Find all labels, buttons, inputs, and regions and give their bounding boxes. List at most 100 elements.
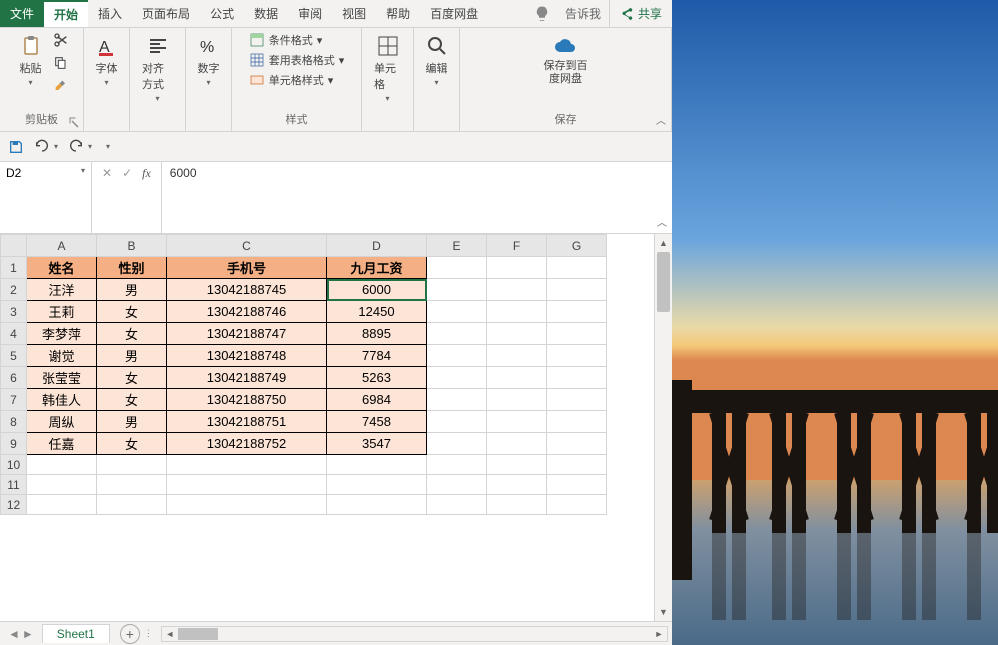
cell-C11[interactable] [167,475,327,495]
cell-A1[interactable]: 姓名 [27,257,97,279]
cell-F9[interactable] [487,433,547,455]
cell-B7[interactable]: 女 [97,389,167,411]
select-all[interactable] [1,235,27,257]
cell-D2[interactable]: 6000 [327,279,427,301]
cell-D12[interactable] [327,495,427,515]
tab-帮助[interactable]: 帮助 [376,0,420,27]
cell-D4[interactable]: 8895 [327,323,427,345]
cell-F10[interactable] [487,455,547,475]
cell-A4[interactable]: 李梦萍 [27,323,97,345]
cell-D6[interactable]: 5263 [327,367,427,389]
cell-A2[interactable]: 汪洋 [27,279,97,301]
cell-A9[interactable]: 任嘉 [27,433,97,455]
cell-E7[interactable] [427,389,487,411]
cell-C3[interactable]: 13042188746 [167,301,327,323]
sheet-nav[interactable]: ◄► [0,627,42,641]
cell-A5[interactable]: 谢觉 [27,345,97,367]
formula-input[interactable]: 6000 [162,162,652,233]
cell-D8[interactable]: 7458 [327,411,427,433]
cell-B8[interactable]: 男 [97,411,167,433]
row-header-9[interactable]: 9 [1,433,27,455]
cell-E2[interactable] [427,279,487,301]
cell-F5[interactable] [487,345,547,367]
col-header-A[interactable]: A [27,235,97,257]
tab-数据[interactable]: 数据 [244,0,288,27]
scroll-up[interactable]: ▲ [655,234,672,252]
tab-插入[interactable]: 插入 [88,0,132,27]
col-header-C[interactable]: C [167,235,327,257]
col-header-D[interactable]: D [327,235,427,257]
cell-F8[interactable] [487,411,547,433]
cell-G1[interactable] [547,257,607,279]
name-box[interactable]: D2 ▾ [0,162,92,233]
cell-G4[interactable] [547,323,607,345]
tellme-text[interactable]: 告诉我 [557,5,609,22]
col-header-E[interactable]: E [427,235,487,257]
cell-G9[interactable] [547,433,607,455]
row-header-3[interactable]: 3 [1,301,27,323]
cell-F12[interactable] [487,495,547,515]
format-painter-button[interactable] [53,78,69,99]
cell-G12[interactable] [547,495,607,515]
insert-function-button[interactable]: fx [142,166,151,181]
cell-E8[interactable] [427,411,487,433]
cell-A12[interactable] [27,495,97,515]
cell-E11[interactable] [427,475,487,495]
cell-B4[interactable]: 女 [97,323,167,345]
row-header-7[interactable]: 7 [1,389,27,411]
col-header-G[interactable]: G [547,235,607,257]
add-sheet-button[interactable]: + [120,624,140,644]
cell-F1[interactable] [487,257,547,279]
row-header-1[interactable]: 1 [1,257,27,279]
cell-A7[interactable]: 韩佳人 [27,389,97,411]
cell-F6[interactable] [487,367,547,389]
save-baidu-button[interactable]: 保存到百度网盘 [538,32,594,88]
cell-B12[interactable] [97,495,167,515]
cell-G7[interactable] [547,389,607,411]
cancel-formula-button[interactable]: ✕ [102,166,112,180]
row-header-12[interactable]: 12 [1,495,27,515]
cell-G8[interactable] [547,411,607,433]
cell-C10[interactable] [167,455,327,475]
tab-file[interactable]: 文件 [0,0,44,27]
cell-F11[interactable] [487,475,547,495]
cell-B5[interactable]: 男 [97,345,167,367]
number-button[interactable]: % 数字 ▾ [193,32,225,89]
share-button[interactable]: 共享 [609,0,672,27]
horizontal-scrollbar[interactable]: ◄ ► [161,626,668,642]
redo-icon[interactable] [68,139,84,155]
cell-C8[interactable]: 13042188751 [167,411,327,433]
cell-D1[interactable]: 九月工资 [327,257,427,279]
cell-G2[interactable] [547,279,607,301]
cell-B3[interactable]: 女 [97,301,167,323]
cell-D7[interactable]: 6984 [327,389,427,411]
tellme-icon[interactable] [533,5,551,23]
tab-公式[interactable]: 公式 [200,0,244,27]
cell-E3[interactable] [427,301,487,323]
cell-E10[interactable] [427,455,487,475]
cell-F2[interactable] [487,279,547,301]
cell-G10[interactable] [547,455,607,475]
clipboard-dialog-launcher[interactable] [68,116,80,128]
cell-C7[interactable]: 13042188750 [167,389,327,411]
qat-customize[interactable]: ▾ [106,142,110,151]
cell-G5[interactable] [547,345,607,367]
cell-A10[interactable] [27,455,97,475]
save-icon[interactable] [8,139,24,155]
paste-button[interactable]: 粘贴 ▾ [15,32,47,89]
cell-C6[interactable]: 13042188749 [167,367,327,389]
tab-百度网盘[interactable]: 百度网盘 [420,0,488,27]
enter-formula-button[interactable]: ✓ [122,166,132,180]
cell-A11[interactable] [27,475,97,495]
cell-C9[interactable]: 13042188752 [167,433,327,455]
cell-G11[interactable] [547,475,607,495]
tab-页面布局[interactable]: 页面布局 [132,0,200,27]
formula-bar-expand[interactable]: ︿ [652,162,672,233]
cell-B1[interactable]: 性别 [97,257,167,279]
col-header-F[interactable]: F [487,235,547,257]
cell-E1[interactable] [427,257,487,279]
cell-G3[interactable] [547,301,607,323]
tab-视图[interactable]: 视图 [332,0,376,27]
table-format-button[interactable]: 套用表格格式 ▾ [249,52,345,68]
row-header-8[interactable]: 8 [1,411,27,433]
